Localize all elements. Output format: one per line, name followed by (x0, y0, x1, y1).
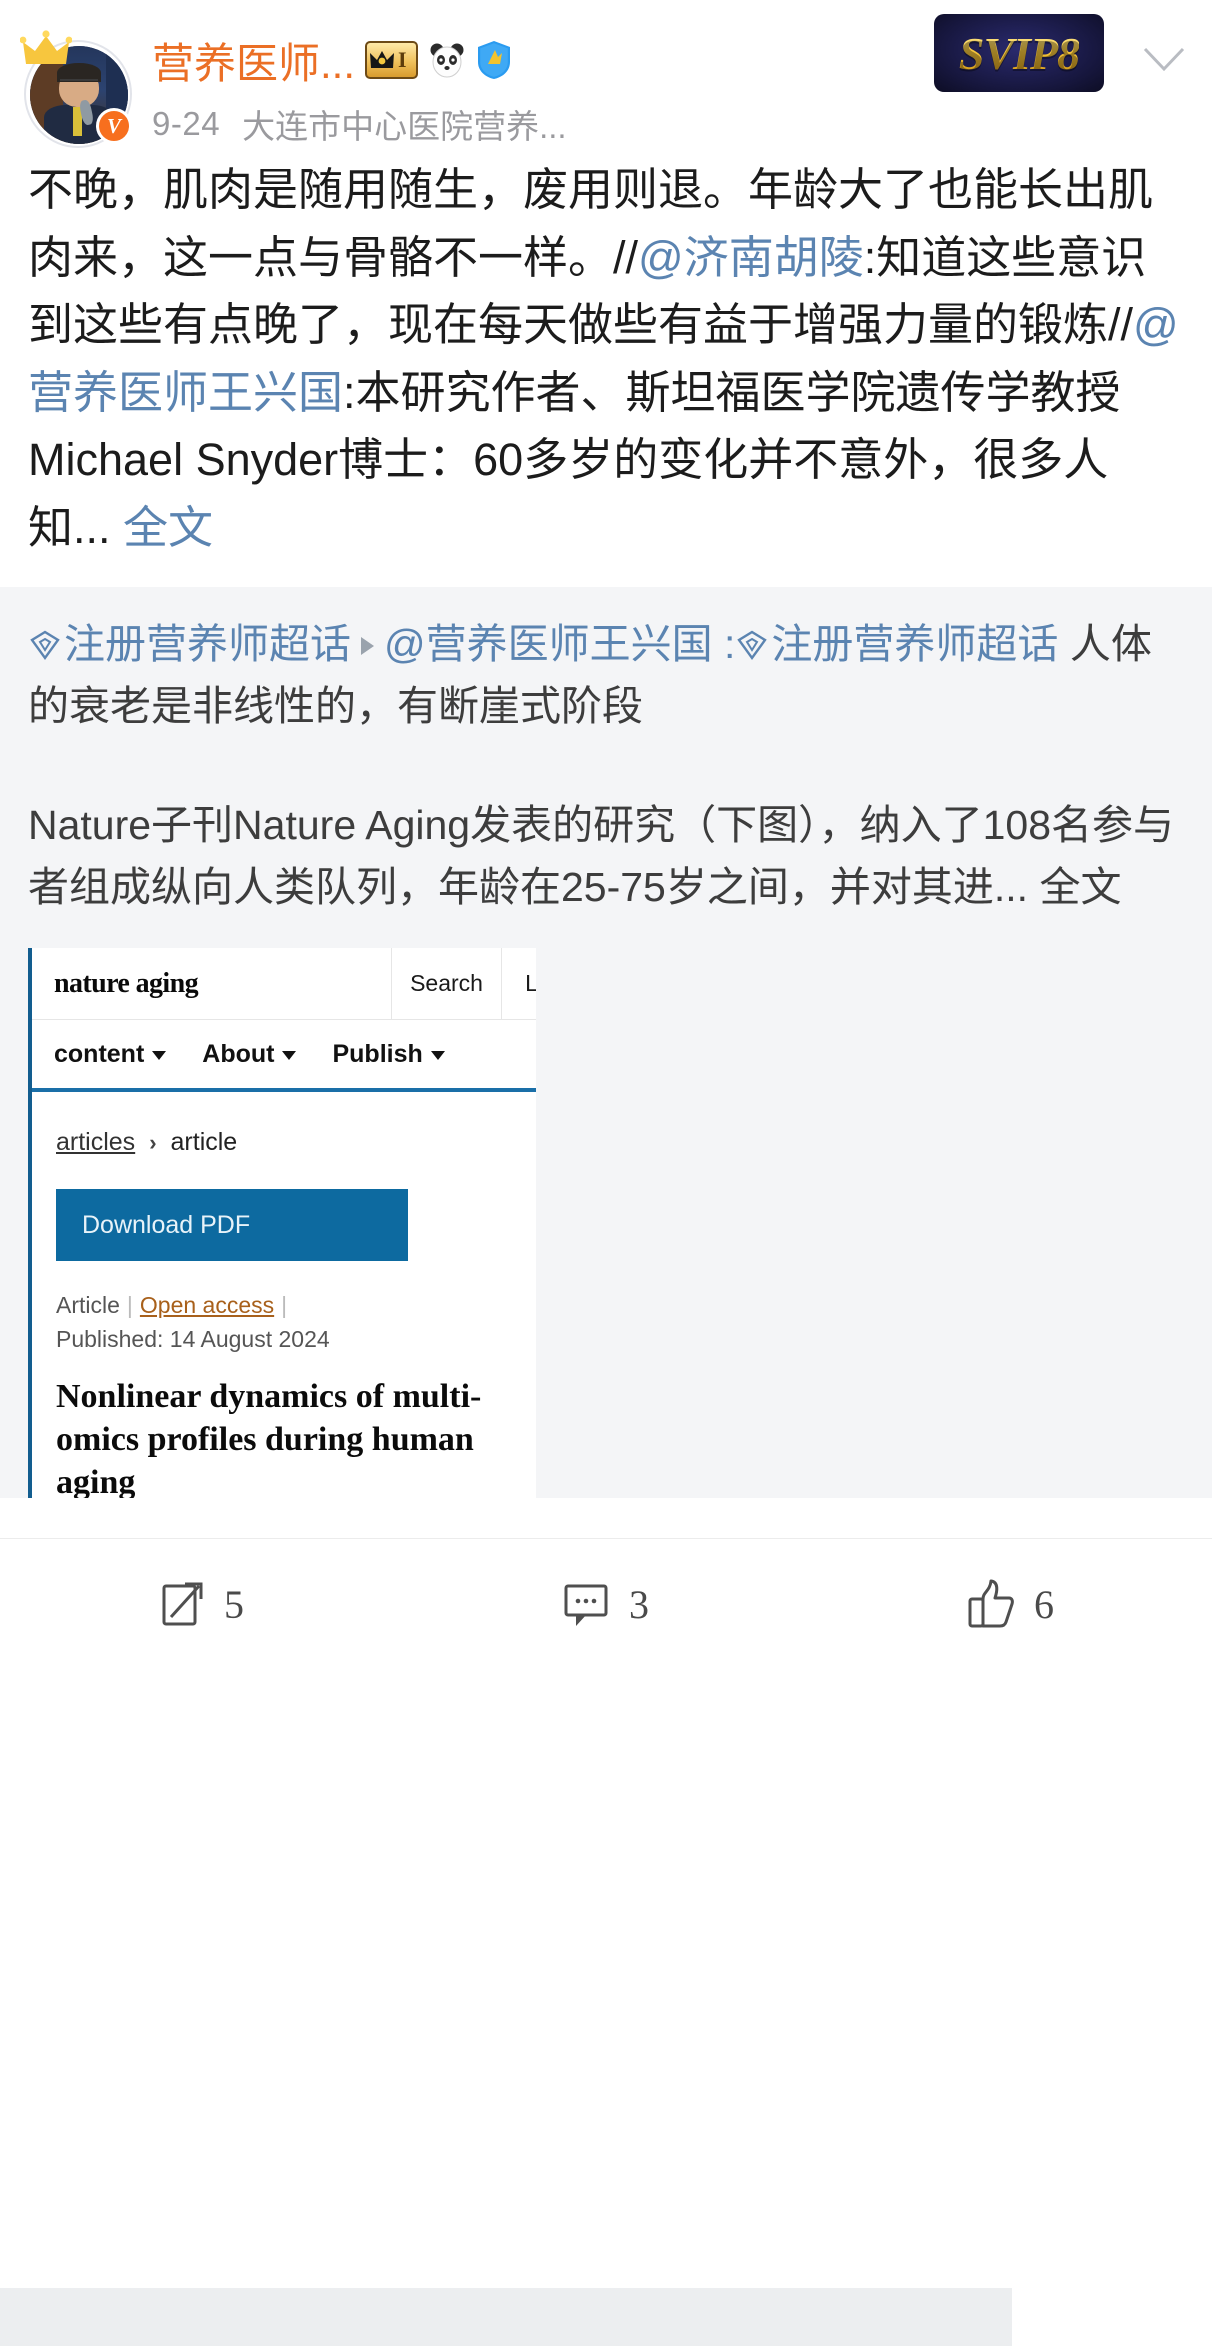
meta-row: 9-24 大连市中心医院营养... (152, 100, 1190, 148)
quoted-post-card[interactable]: 注册营养师超话 @营养医师王兴国 : 注册营养师超话 人体的衰老是非线性的，有断崖式… (0, 587, 1212, 1499)
comment-button[interactable]: 3 (404, 1578, 808, 1630)
crown-icon (20, 30, 72, 64)
repost-count: 5 (224, 1581, 244, 1627)
quoted-post-header-line: 注册营养师超话 @营养医师王兴国 : 注册营养师超话 人体的衰老是非线性的，有断崖式… (28, 613, 1184, 738)
svip-label: SVIP8 (958, 27, 1080, 79)
panda-icon[interactable] (428, 41, 466, 79)
embed-nav-publish-label: Publish (332, 1039, 423, 1068)
topic-diamond-icon-2 (737, 630, 768, 661)
quoted-expand-link[interactable]: 全文 (1039, 864, 1121, 910)
post-content: 不晚，肌肉是随用随生，废用则退。年龄大了也能长出肌肉来，这一点与骨骼不一样。//… (0, 148, 1212, 561)
breadcrumb-current: article (170, 1128, 238, 1157)
quoted-post-paragraph-2: Nature子刊Nature Aging发表的研究（下图），纳入了108名参与者… (28, 794, 1184, 919)
embed-topbar: nature aging Search Log in (32, 948, 536, 1021)
download-pdf-label: Download PDF (82, 1210, 251, 1239)
article-published-date: Published: 14 August 2024 (56, 1325, 330, 1352)
repost-button[interactable]: 5 (0, 1578, 404, 1630)
expand-full-text-link[interactable]: 全文 (123, 502, 213, 553)
nature-aging-logo[interactable]: nature aging (32, 948, 392, 1020)
embed-nav: content About Publish (32, 1020, 536, 1093)
post-source[interactable]: 大连市中心医院营养... (242, 100, 567, 148)
like-count: 6 (1034, 1581, 1054, 1627)
bottom-strip (0, 2288, 1212, 2346)
breadcrumb: articles › article (32, 1092, 536, 1157)
verified-v-badge[interactable]: V (96, 108, 132, 144)
embedded-webpage-screenshot[interactable]: nature aging Search Log in content About… (28, 948, 536, 1499)
embed-nav-about[interactable]: About (202, 1039, 297, 1069)
crown-level-number: I (398, 47, 407, 72)
embed-nav-content-label: content (54, 1039, 145, 1068)
like-button[interactable]: 6 (808, 1577, 1212, 1631)
author-name[interactable]: 营养医师... (152, 30, 355, 91)
breadcrumb-articles-link[interactable]: articles (56, 1128, 135, 1157)
download-pdf-button[interactable]: Download PDF (56, 1189, 408, 1262)
comment-count: 3 (629, 1581, 649, 1627)
embed-login-button[interactable]: Log in (502, 948, 536, 1019)
topic-label-2[interactable]: 注册营养师超话 (771, 621, 1058, 667)
quoted-colon: : (712, 621, 736, 667)
embed-search-button[interactable]: Search (392, 948, 502, 1020)
bottom-strip-tail (1012, 2288, 1212, 2346)
post-header: V 营养医师... I 9-24 大连市中心医院营养... SVIP8 (0, 0, 1212, 148)
embed-nav-about-label: About (202, 1039, 275, 1068)
topic-label-1[interactable]: 注册营养师超话 (64, 621, 351, 667)
play-arrow-icon (361, 637, 374, 655)
open-access-link[interactable]: Open access (140, 1292, 274, 1318)
topic-diamond-icon (30, 630, 60, 661)
chevron-down-icon[interactable] (1142, 46, 1186, 72)
embed-nav-content[interactable]: content (54, 1039, 167, 1069)
chevron-down-icon (282, 1051, 297, 1061)
thumbs-up-icon (968, 1579, 1014, 1628)
svip-badge[interactable]: SVIP8 (934, 14, 1104, 92)
article-type: Article (56, 1292, 120, 1319)
nature-aging-logo-text: nature aging (54, 967, 199, 999)
article-title: Nonlinear dynamics of multi-omics profil… (56, 1377, 482, 1499)
crown-level-badge[interactable]: I (365, 41, 418, 79)
avatar[interactable]: V (20, 30, 132, 148)
breadcrumb-separator-icon: › (149, 1129, 157, 1155)
post-date: 9-24 (152, 105, 221, 142)
badge-crown-icon (370, 51, 395, 68)
comment-bubble-icon (564, 1584, 608, 1627)
shield-icon[interactable] (476, 40, 512, 80)
share-repost-icon (162, 1582, 203, 1626)
quoted-mention[interactable]: @营养医师王兴国 (384, 621, 713, 667)
mention-jinan-huling[interactable]: @济南胡陵 (638, 232, 864, 283)
chevron-down-icon (430, 1051, 445, 1061)
chevron-down-icon (152, 1051, 167, 1061)
article-meta: Article | Open access | Published: 14 Augus… (56, 1292, 330, 1352)
action-bar: 5 3 6 (0, 1539, 1212, 1669)
embed-nav-publish[interactable]: Publish (332, 1039, 445, 1069)
quoted-text-2: Nature子刊Nature Aging发表的研究（下图），纳入了108名参与者… (28, 801, 1175, 910)
